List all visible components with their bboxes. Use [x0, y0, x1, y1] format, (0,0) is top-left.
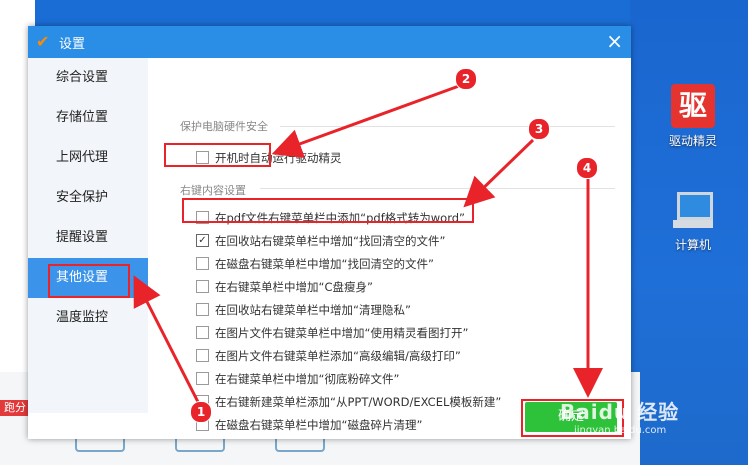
annotation-number: 1: [190, 401, 212, 423]
watermark-brand: Baidu 经验: [560, 400, 680, 424]
annotation-number: 4: [576, 157, 598, 179]
annotation-number: 2: [455, 68, 477, 90]
watermark-url: jingyan.baidu.com: [574, 425, 667, 436]
annotation-number: 3: [528, 118, 550, 140]
baidu-watermark: Baidu 经验 jingyan.baidu.com: [560, 396, 679, 436]
